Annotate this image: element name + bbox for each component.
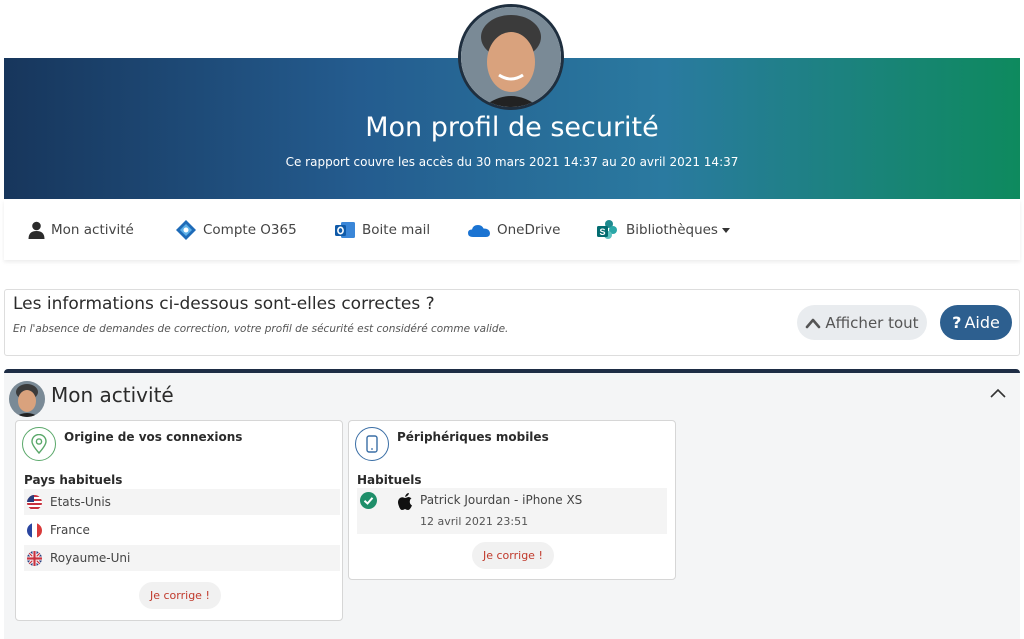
country-name: Etats-Unis xyxy=(50,495,111,509)
section-avatar xyxy=(9,381,45,417)
check-circle-icon xyxy=(360,492,377,509)
fix-devices-button[interactable]: Je corrige ! xyxy=(472,542,554,569)
activity-section: Mon activité Origine de vos connexions P… xyxy=(4,369,1020,639)
chevron-up-icon xyxy=(806,318,821,328)
svg-text:S: S xyxy=(600,227,606,237)
profile-avatar xyxy=(458,4,564,110)
user-icon xyxy=(28,221,45,239)
page-title: Mon profil de securité xyxy=(365,112,659,143)
nav-item-compte-o365[interactable]: Compte O365 xyxy=(175,218,297,242)
confirmation-question: Les informations ci-dessous sont-elles c… xyxy=(13,294,435,314)
smartphone-icon xyxy=(355,427,389,461)
device-row: Patrick Jourdan - iPhone XS 12 avril 202… xyxy=(357,488,667,534)
country-row: France xyxy=(24,517,340,543)
device-name: Patrick Jourdan - iPhone XS xyxy=(420,493,583,507)
nav-item-onedrive[interactable]: OneDrive xyxy=(467,218,560,242)
nav-label: Mon activité xyxy=(51,222,134,238)
nav-label: Boite mail xyxy=(362,222,431,238)
collapse-chevron-icon[interactable] xyxy=(990,388,1006,398)
help-label: Aide xyxy=(964,313,1000,332)
country-row: Etats-Unis xyxy=(24,489,340,515)
show-all-label: Afficher tout xyxy=(825,313,919,332)
outlook-icon xyxy=(335,222,355,238)
fr-flag-icon xyxy=(27,522,42,538)
connections-card: Origine de vos connexions Pays habituels… xyxy=(15,420,343,621)
help-button[interactable]: ? Aide xyxy=(940,305,1012,340)
card-title: Périphériques mobiles xyxy=(397,430,549,444)
nav-label: Bibliothèques xyxy=(626,222,718,238)
report-period: Ce rapport couvre les accès du 30 mars 2… xyxy=(285,155,739,169)
fix-connections-button[interactable]: Je corrige ! xyxy=(139,582,221,609)
apple-icon xyxy=(398,493,412,510)
mobile-devices-card: Périphériques mobiles Habituels Patrick … xyxy=(348,420,676,580)
nav-item-mon-activite[interactable]: Mon activité xyxy=(28,218,134,242)
confirmation-box: Les informations ci-dessous sont-elles c… xyxy=(4,289,1020,356)
sharepoint-icon: S xyxy=(597,220,617,239)
caret-down-icon xyxy=(721,227,730,233)
device-last-seen: 12 avril 2021 23:51 xyxy=(420,515,529,528)
question-mark-icon: ? xyxy=(952,313,962,332)
confirmation-note: En l'absence de demandes de correction, … xyxy=(13,323,509,335)
card-title: Origine de vos connexions xyxy=(64,430,243,444)
nav-label: OneDrive xyxy=(497,222,561,238)
card-subtitle: Pays habituels xyxy=(24,473,123,487)
country-name: France xyxy=(50,523,90,537)
uk-flag-icon xyxy=(27,550,42,566)
country-row: Royaume-Uni xyxy=(24,545,340,571)
onedrive-icon xyxy=(468,225,490,237)
nav-item-boite-mail[interactable]: Boite mail xyxy=(334,218,430,242)
nav-label: Compte O365 xyxy=(203,222,297,238)
country-name: Royaume-Uni xyxy=(50,551,131,565)
show-all-button[interactable]: Afficher tout xyxy=(797,305,927,340)
azure-ad-icon xyxy=(176,220,196,240)
section-title: Mon activité xyxy=(51,383,174,407)
us-flag-icon xyxy=(27,494,42,510)
location-pin-icon xyxy=(22,427,56,461)
card-subtitle: Habituels xyxy=(357,473,422,487)
nav-item-bibliotheques[interactable]: S Bibliothèques xyxy=(596,218,730,242)
navbar: Mon activité Compte O365 Boite mail OneD… xyxy=(4,200,1020,260)
